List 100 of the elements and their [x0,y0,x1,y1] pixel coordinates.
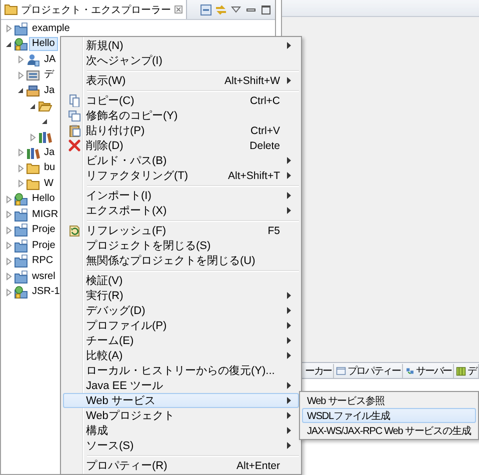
web-project-icon [14,37,28,52]
tree-item[interactable]: bu [41,161,58,176]
view-tab[interactable]: プロパティー [334,364,404,378]
tree-item[interactable]: Proje [29,223,58,238]
project-folder-icon [14,238,28,253]
copy-icon [68,109,80,122]
tree-item[interactable]: Ja [41,84,58,98]
properties-icon [336,366,346,376]
project-folder-icon [14,22,28,36]
folder-icon [26,176,40,191]
service-icon [26,52,40,67]
expanded-arrow-icon[interactable] [40,117,49,126]
collapsed-arrow-icon[interactable] [4,226,13,235]
tree-item[interactable]: デ [41,68,57,82]
menu-item[interactable]: ソース(S) [63,438,299,453]
project-folder-icon [14,223,28,238]
tree-item[interactable]: JA [41,52,59,67]
menu-item[interactable]: インポート(I) [63,188,299,203]
tree-item[interactable]: JSR-1 [29,285,63,300]
clipboard-icon [68,124,80,137]
collapsed-arrow-icon[interactable] [16,55,25,64]
collapsed-arrow-icon[interactable] [4,210,13,220]
menu-item[interactable]: 構成 [63,423,299,438]
project-folder-icon [14,208,28,222]
menu-item[interactable]: 貼り付け(P) Ctrl+V [63,123,299,138]
tree-item[interactable]: Hello [29,192,58,206]
menu-item[interactable]: 比較(A) [63,348,299,363]
menu-item[interactable]: プロパティー(R) Alt+Enter [63,458,299,473]
menu-item[interactable]: 修飾名のコピー(Y) [63,108,299,123]
tree-item[interactable]: example [29,22,73,36]
jar-stack-icon [26,84,40,98]
collapsed-arrow-icon[interactable] [4,241,13,250]
project-folder-icon [14,254,28,268]
collapsed-arrow-icon[interactable] [16,164,25,173]
tree-item[interactable]: Hello [29,37,58,52]
menu-item[interactable]: デバッグ(D) [63,303,299,318]
data-icon [456,366,466,376]
menu-item[interactable]: 次へジャンプ(I) [63,53,299,68]
tree-item[interactable]: MIGR [29,208,62,222]
menu-item[interactable]: チーム(E) [63,333,299,348]
menu-item[interactable]: 無関係なプロジェクトを閉じる(U) [63,253,299,268]
menu-item[interactable]: ビルド・パス(B) [63,153,299,168]
menu-item[interactable]: リフレッシュ(F) F5 [63,223,299,238]
servers-icon [405,366,416,376]
collapsed-arrow-icon[interactable] [16,148,25,158]
web-project-icon [14,285,28,300]
menu-item[interactable]: 実行(R) [63,288,299,303]
menu-item[interactable]: Java EE ツール [63,378,299,393]
shortcut-text: Delete [248,140,280,152]
shortcut-text: Ctrl+C [248,94,280,106]
menu-item[interactable]: ローカル・ヒストリーからの復元(Y)... [63,363,299,378]
collapsed-arrow-icon[interactable] [4,256,13,266]
menu-item[interactable]: 削除(D) Delete [63,138,299,153]
collapsed-arrow-icon[interactable] [16,70,25,80]
expanded-arrow-icon[interactable] [28,102,37,111]
collapsed-arrow-icon[interactable] [4,24,13,34]
books-icon [26,146,40,160]
shortcut-text: Alt+Enter [236,460,280,472]
menu-item[interactable]: Web サービス [63,393,299,408]
view-tab[interactable]: プロジェクト・エクスプローラー [1,0,187,19]
collapsed-arrow-icon[interactable] [4,194,13,204]
cross-icon [68,139,80,152]
web-project-icon [14,192,28,206]
collapsed-arrow-icon[interactable] [4,288,13,297]
refresh-icon [68,224,80,237]
menu-item[interactable]: プロジェクトを閉じる(S) [63,238,299,253]
menu-item[interactable]: Webプロジェクト [63,408,299,423]
copy-icon [68,94,80,107]
expanded-arrow-icon[interactable] [4,40,13,49]
view-tab[interactable]: サーバー [403,364,454,378]
collapsed-arrow-icon[interactable] [4,272,13,282]
view-menu-icon[interactable] [230,4,242,16]
tree-item[interactable]: wsrel [29,270,58,284]
menu-item[interactable]: 検証(V) [63,273,299,288]
menu-item[interactable]: Web サービス参照 [302,393,476,408]
menu-item[interactable]: コピー(C) Ctrl+C [63,93,299,108]
menu-item[interactable]: プロファイル(P) [63,318,299,333]
menu-item[interactable]: JAX-WS/JAX-RPC Web サービスの生成 [302,423,476,438]
tree-item[interactable]: RPC [29,254,56,268]
tree-item[interactable]: W [41,176,56,191]
view-tab[interactable]: ーカー [303,364,334,378]
close-icon [174,5,183,14]
collapsed-arrow-icon[interactable] [28,132,37,142]
tree-item[interactable]: Proje [29,238,58,253]
menu-item[interactable]: 表示(W) Alt+Shift+W [63,73,299,88]
folder-icon [4,3,18,16]
folder-icon [26,161,40,176]
shortcut-text: F5 [266,224,280,236]
collapsed-arrow-icon[interactable] [16,179,25,188]
open-folder-icon [38,99,52,114]
menu-item[interactable]: リファクタリング(T) Alt+Shift+T [63,168,299,183]
maximize-icon[interactable] [260,4,272,16]
menu-item[interactable]: WSDLファイル生成 [302,408,476,423]
shortcut-text: Alt+Shift+T [227,170,280,182]
tree-item[interactable]: Ja [41,146,58,160]
menu-item[interactable]: 新規(N) [63,38,299,53]
view-tab[interactable]: デ [454,364,479,378]
expanded-arrow-icon[interactable] [16,86,25,96]
menu-item[interactable]: エクスポート(X) [63,203,299,218]
collapse-all-icon[interactable] [200,4,212,16]
